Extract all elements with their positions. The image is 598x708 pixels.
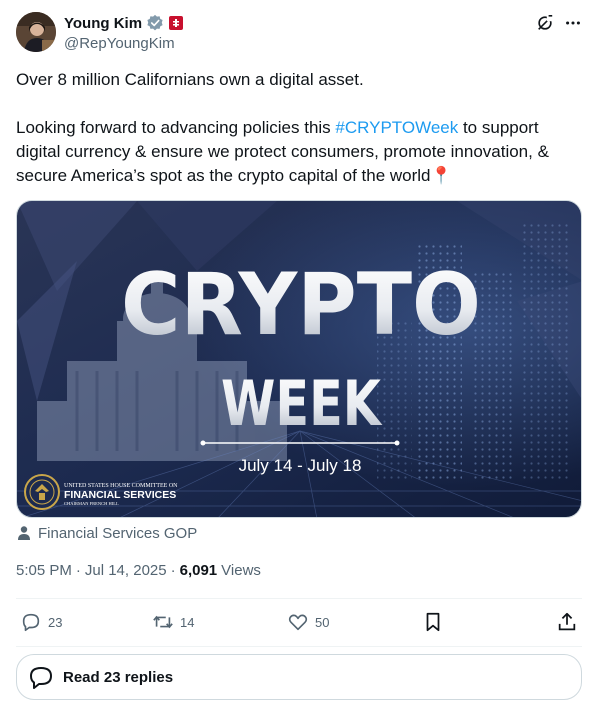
repost-count: 14 <box>180 614 195 630</box>
views-count: 6,091 <box>179 561 218 579</box>
like-count: 50 <box>315 614 330 630</box>
repost-button[interactable]: 14 <box>152 600 194 644</box>
person-icon <box>18 526 30 540</box>
heart-icon <box>288 614 308 631</box>
committee-seal-icon <box>24 474 60 510</box>
tweet-line-1: Over 8 million Californians own a digita… <box>16 70 364 89</box>
meta-separator-2: · <box>170 561 176 579</box>
share-icon <box>558 612 576 631</box>
reply-button[interactable]: 23 <box>20 600 62 644</box>
views-label: Views <box>221 561 261 579</box>
repost-icon <box>153 615 173 629</box>
bookmark-button[interactable] <box>422 600 444 644</box>
pin-emoji: 📍 <box>430 166 452 185</box>
media-dates: July 14 - July 18 <box>239 456 362 475</box>
logo-line-2: FINANCIAL SERVICES <box>64 489 176 501</box>
tweet-date[interactable]: Jul 14, 2025 <box>85 562 167 579</box>
author-handle[interactable]: @RepYoungKim <box>64 35 184 52</box>
reply-bubble-icon <box>30 667 52 689</box>
government-flag-icon <box>169 16 184 30</box>
share-button[interactable] <box>556 600 578 644</box>
grok-icon[interactable] <box>536 14 554 32</box>
media-title-crypto: CRYPTO <box>121 255 481 355</box>
tweet-text: Over 8 million Californians own a digita… <box>16 68 582 188</box>
meta-separator: · <box>75 561 81 579</box>
read-replies-button[interactable]: Read 23 replies <box>16 654 582 700</box>
tweet-body: Looking forward to advancing policies th… <box>16 116 582 188</box>
tweet-body-start: Looking forward to advancing policies th… <box>16 118 336 137</box>
verified-badge-icon <box>147 14 163 31</box>
read-replies-label: Read 23 replies <box>63 668 174 686</box>
display-name[interactable]: Young Kim <box>64 15 142 32</box>
more-options-icon[interactable] <box>564 14 582 32</box>
divider-bottom <box>16 646 582 647</box>
reply-icon <box>22 613 40 632</box>
media-credit-label: Financial Services GOP <box>38 524 198 542</box>
tweet-action-bar: 23 14 50 <box>16 600 582 644</box>
tweet-time[interactable]: 5:05 PM <box>16 562 72 579</box>
tweet-header: Young Kim @RepYoungKim <box>16 12 582 52</box>
like-button[interactable]: 50 <box>287 600 329 644</box>
divider-top <box>16 598 582 599</box>
tweet-media-image[interactable]: CRYPTO WEEK July 14 - July 18 UNITED STA… <box>16 200 582 518</box>
reply-count: 23 <box>48 614 63 630</box>
media-title-week: WEEK <box>221 367 383 440</box>
avatar[interactable] <box>16 12 56 52</box>
hashtag-link[interactable]: #CRYPTOWeek <box>335 118 458 137</box>
tweet-meta: 5:05 PM · Jul 14, 2025 · 6,091 Views <box>16 560 261 580</box>
author-names: Young Kim @RepYoungKim <box>64 13 184 52</box>
bookmark-icon <box>426 612 440 632</box>
media-credit[interactable]: Financial Services GOP <box>16 523 197 543</box>
logo-line-3: CHAIRMAN FRENCH HILL <box>64 501 119 506</box>
